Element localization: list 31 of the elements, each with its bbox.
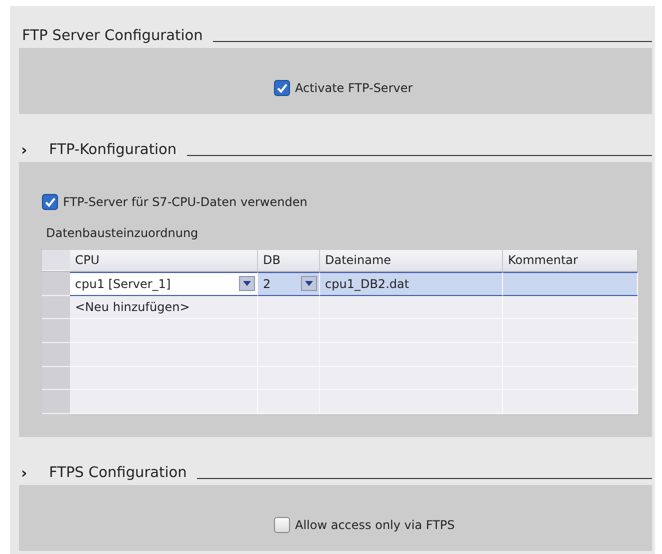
expand-arrow[interactable]: ›: [19, 142, 41, 158]
column-header[interactable]: Dateiname: [320, 250, 503, 271]
row-header-cell: [42, 390, 70, 414]
row-header-cell: [42, 250, 70, 271]
section-title: FTPS Configuration: [48, 465, 187, 481]
checkbox-label: Allow access only via FTPS: [295, 518, 455, 532]
table-cell: <Neu hinzufügen>: [75, 300, 190, 314]
row-header-cell: [42, 343, 70, 367]
checkbox[interactable]: [274, 517, 290, 533]
row-header-cell: [42, 319, 70, 344]
expand-arrow[interactable]: ›: [19, 465, 41, 481]
checkbox-label: FTP-Server für S7-CPU-Daten verwenden: [63, 195, 308, 209]
checkbox[interactable]: [274, 80, 290, 96]
table-cell: 2: [263, 276, 271, 291]
row-header-cell[interactable]: [42, 272, 70, 296]
column-header[interactable]: DB: [258, 250, 320, 271]
table-row[interactable]: cpu1 [Server_1] 2 cpu1_DB2.dat: [42, 272, 638, 296]
column-header[interactable]: CPU: [70, 250, 258, 271]
row-header-cell: [42, 366, 70, 390]
table-cell: cpu1 [Server_1]: [75, 276, 171, 291]
row-header-cell[interactable]: [42, 296, 70, 320]
column-header[interactable]: Kommentar: [503, 250, 638, 271]
table-row[interactable]: <Neu hinzufügen>: [42, 296, 638, 320]
checkbox-label: Activate FTP-Server: [295, 81, 413, 95]
dropdown-caret-icon[interactable]: [301, 276, 317, 292]
dropdown-caret-icon[interactable]: [239, 276, 255, 292]
table-title: Datenbausteinzuordnung: [46, 226, 200, 240]
checkbox[interactable]: [42, 194, 58, 210]
section-title: FTP Server Configuration: [21, 28, 203, 44]
section-title: FTP-Konfiguration: [48, 142, 177, 158]
table-cell: cpu1_DB2.dat: [325, 276, 410, 291]
